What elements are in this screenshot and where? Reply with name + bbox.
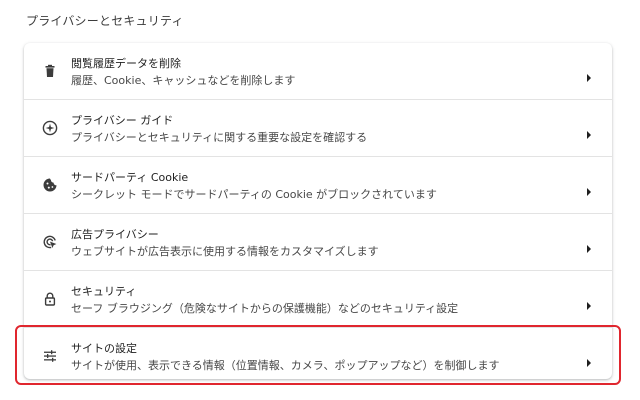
row-description: ウェブサイトが広告表示に使用する情報をカスタマイズします: [71, 245, 379, 258]
cookie-icon: [42, 177, 58, 193]
row-title: サイトの設定: [71, 342, 137, 355]
trash-icon: [42, 63, 58, 79]
row-description: 履歴、Cookie、キャッシュなどを削除します: [71, 74, 296, 87]
section-title: プライバシーとセキュリティ: [26, 14, 184, 28]
chevron-right-icon: [586, 238, 592, 253]
tune-icon: [42, 348, 58, 364]
lock-icon: [42, 291, 58, 307]
chevron-right-icon: [586, 124, 592, 139]
row-title: プライバシー ガイド: [71, 114, 174, 127]
row-title: セキュリティ: [71, 285, 137, 298]
privacy-guide-icon: [42, 120, 58, 136]
row-security[interactable]: セキュリティ セーフ ブラウジング（危険なサイトからの保護機能）などのセキュリテ…: [24, 271, 612, 327]
row-description: プライバシーとセキュリティに関する重要な設定を確認する: [71, 131, 368, 144]
chevron-right-icon: [586, 352, 592, 367]
row-title: 閲覧履歴データを削除: [71, 57, 181, 70]
row-description: サイトが使用、表示できる情報（位置情報、カメラ、ポップアップなど）を制御します: [71, 359, 500, 372]
row-ad-privacy[interactable]: 広告プライバシー ウェブサイトが広告表示に使用する情報をカスタマイズします: [24, 214, 612, 270]
row-privacy-guide[interactable]: プライバシー ガイド プライバシーとセキュリティに関する重要な設定を確認する: [24, 100, 612, 156]
row-description: シークレット モードでサードパーティの Cookie がブロックされています: [71, 188, 437, 201]
row-clear-browsing-data[interactable]: 閲覧履歴データを削除 履歴、Cookie、キャッシュなどを削除します: [24, 43, 612, 99]
privacy-settings-card: 閲覧履歴データを削除 履歴、Cookie、キャッシュなどを削除します プライバシ…: [24, 43, 612, 379]
row-description: セーフ ブラウジング（危険なサイトからの保護機能）などのセキュリティ設定: [71, 302, 459, 315]
row-third-party-cookies[interactable]: サードパーティ Cookie シークレット モードでサードパーティの Cooki…: [24, 157, 612, 213]
ad-privacy-icon: [42, 234, 58, 250]
chevron-right-icon: [586, 295, 592, 310]
row-site-settings[interactable]: サイトの設定 サイトが使用、表示できる情報（位置情報、カメラ、ポップアップなど）…: [24, 328, 612, 379]
row-title: 広告プライバシー: [71, 228, 159, 241]
chevron-right-icon: [586, 67, 592, 82]
chevron-right-icon: [586, 181, 592, 196]
privacy-security-page: プライバシーとセキュリティ 閲覧履歴データを削除 履歴、Cookie、キャッシュ…: [0, 0, 640, 400]
row-title: サードパーティ Cookie: [71, 171, 189, 184]
